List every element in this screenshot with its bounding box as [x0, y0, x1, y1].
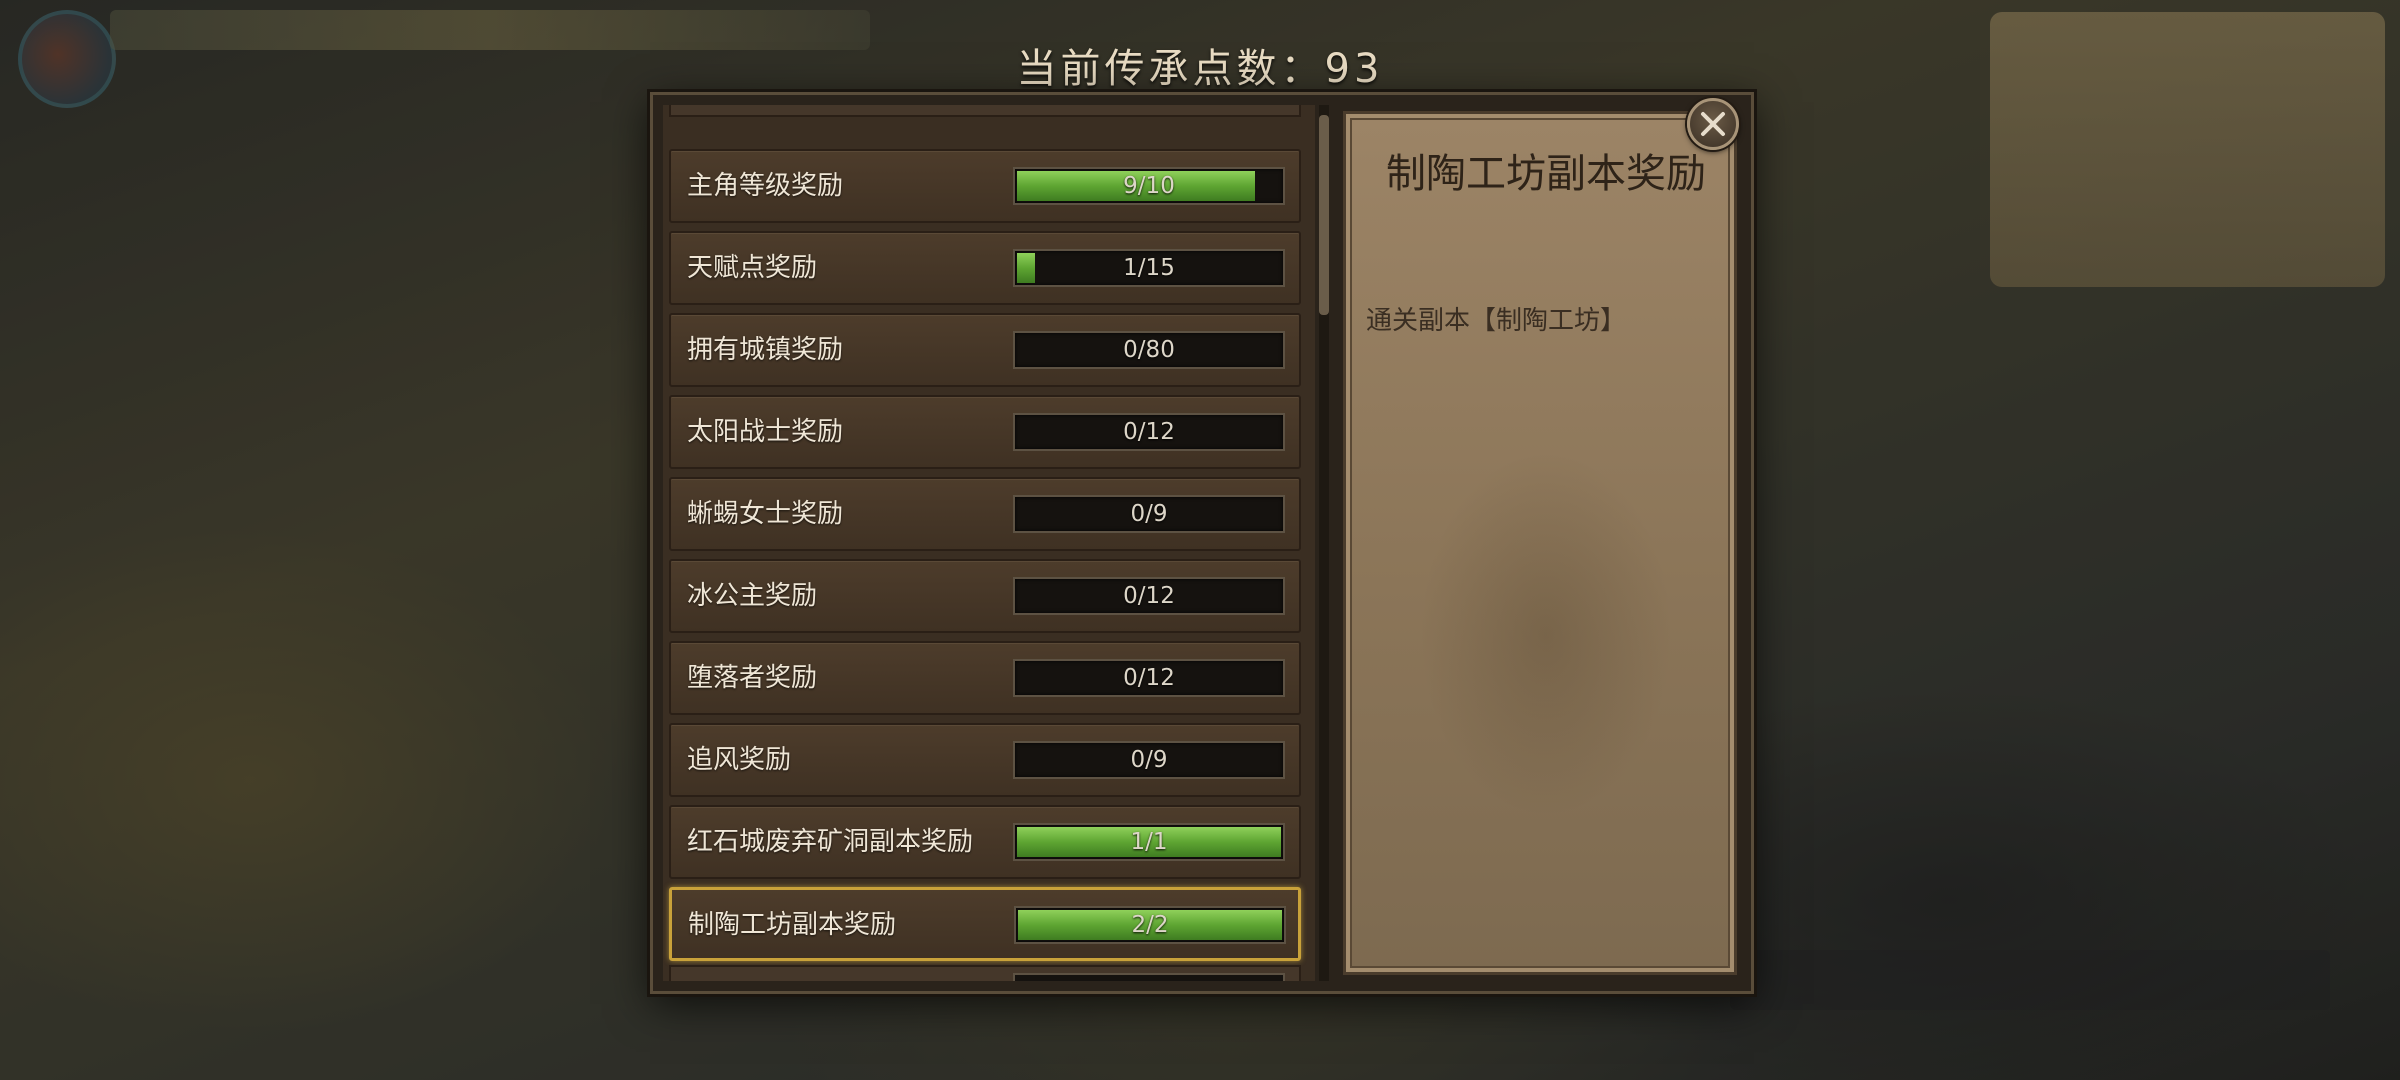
reward-label: 主角等级奖励 [687, 171, 844, 201]
progress-text: 0/12 [1123, 583, 1175, 609]
reward-label: 拥有城镇奖励 [687, 335, 844, 365]
progress-bar: 0/12 [1013, 659, 1285, 697]
progress-text: 1/15 [1123, 255, 1175, 281]
reward-row[interactable]: 太阳战士奖励 0/12 [669, 395, 1301, 469]
progress-text: 2/2 [1131, 912, 1169, 938]
close-icon [1701, 112, 1725, 136]
reward-row[interactable]: 主角等级奖励 9/10 [669, 149, 1301, 223]
progress-text: 9/10 [1123, 173, 1175, 199]
progress-bar: 0/9 [1013, 741, 1285, 779]
reward-label: 追风奖励 [687, 745, 792, 775]
legacy-rewards-dialog: 主角等级奖励 9/10 天赋点奖励 1/15 拥有城镇奖励 0/80 太阳战士奖励 0/12 蜥… [650, 92, 1754, 994]
progress-text: 0/12 [1123, 419, 1175, 445]
progress-text: 0/12 [1123, 665, 1175, 691]
reward-row[interactable]: 制陶工坊副本奖励 2/2 [669, 887, 1301, 961]
progress-bar: 2/2 [1014, 906, 1286, 944]
reward-row[interactable]: 拥有城镇奖励 0/80 [669, 313, 1301, 387]
action-bar [1730, 950, 2330, 1010]
progress-text: 1/1 [1130, 829, 1168, 855]
reward-list[interactable]: 主角等级奖励 9/10 天赋点奖励 1/15 拥有城镇奖励 0/80 太阳战士奖励 0/12 蜥… [663, 105, 1315, 981]
progress-text: 0/80 [1123, 337, 1175, 363]
legacy-points-header: 当前传承点数：93 [1016, 46, 1384, 92]
detail-title: 制陶工坊副本奖励 [1386, 151, 1706, 197]
reward-label: 制陶工坊副本奖励 [688, 910, 897, 940]
progress-bar: 0/12 [1013, 413, 1285, 451]
list-item-partial [669, 105, 1301, 117]
reward-row[interactable]: 追风奖励 0/9 [669, 723, 1301, 797]
reward-row[interactable]: 蜥蜴女士奖励 0/9 [669, 477, 1301, 551]
reward-label: 太阳战士奖励 [687, 417, 844, 447]
progress-bar [1013, 973, 1285, 981]
reward-label: 红石城废弃矿洞副本奖励 [687, 827, 974, 857]
reward-row[interactable]: 冰公主奖励 0/12 [669, 559, 1301, 633]
progress-bar: 0/80 [1013, 331, 1285, 369]
detail-description: 通关副本【制陶工坊】 [1366, 306, 1627, 336]
reward-label: 冰公主奖励 [687, 581, 818, 611]
scrollbar-thumb[interactable] [1319, 115, 1329, 315]
progress-bar: 0/9 [1013, 495, 1285, 533]
reward-label: 堕落者奖励 [687, 663, 818, 693]
reward-label: 蜥蜴女士奖励 [687, 499, 844, 529]
reward-row[interactable]: 堕落者奖励 0/12 [669, 641, 1301, 715]
progress-text: 0/9 [1130, 747, 1168, 773]
progress-bar: 9/10 [1013, 167, 1285, 205]
progress-bar: 1/15 [1013, 249, 1285, 287]
reward-label: 天赋点奖励 [687, 253, 818, 283]
reward-detail-panel: 制陶工坊副本奖励 通关副本【制陶工坊】 [1343, 111, 1737, 975]
close-button[interactable] [1687, 98, 1739, 150]
list-item-partial [669, 965, 1301, 981]
progress-bar: 1/1 [1013, 823, 1285, 861]
progress-text: 0/9 [1130, 501, 1168, 527]
reward-row[interactable]: 红石城废弃矿洞副本奖励 1/1 [669, 805, 1301, 879]
progress-bar: 0/12 [1013, 577, 1285, 615]
reward-row[interactable]: 天赋点奖励 1/15 [669, 231, 1301, 305]
